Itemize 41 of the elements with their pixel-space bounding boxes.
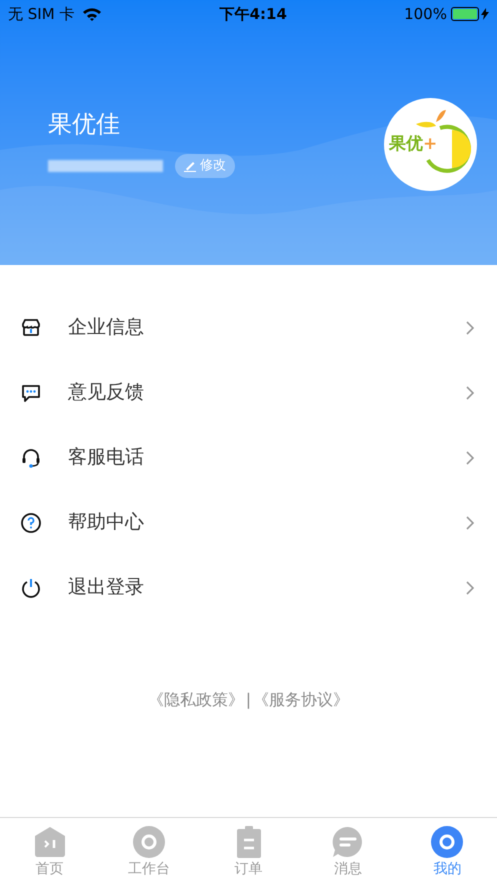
battery-percent: 100% — [404, 4, 447, 25]
company-name: 果优佳 — [48, 112, 121, 136]
ring-icon — [133, 826, 166, 858]
carrier-text: 无 SIM 卡 — [8, 4, 74, 25]
tab-item[interactable]: 我的 — [398, 818, 497, 883]
menu-item[interactable]: 退出登录 — [0, 555, 497, 620]
tab-item[interactable]: 订单 — [198, 818, 298, 883]
wifi-icon — [82, 7, 102, 21]
logo-plus: + — [423, 136, 438, 153]
battery-icon — [450, 7, 489, 21]
status-time: 下午4:14 — [220, 4, 287, 25]
menu-label: 帮助中心 — [68, 510, 144, 536]
edit-button[interactable]: 修改 — [175, 154, 235, 178]
speech-bubble-icon — [332, 826, 364, 858]
pencil-icon — [184, 160, 196, 172]
ring-icon — [431, 826, 464, 858]
menu-item[interactable]: 意见反馈 — [0, 360, 497, 425]
tab-item[interactable]: 首页 — [0, 818, 100, 883]
chevron-right-icon — [465, 450, 475, 466]
help-icon — [20, 512, 42, 534]
logo-text: 果优 — [389, 136, 423, 153]
store-icon — [20, 316, 42, 338]
menu-item[interactable]: 客服电话 — [0, 425, 497, 490]
menu-label: 客服电话 — [68, 445, 144, 470]
menu-label: 企业信息 — [68, 315, 144, 340]
menu-label: 退出登录 — [68, 575, 144, 600]
link-separator: | — [246, 689, 252, 711]
tab-item[interactable]: 消息 — [298, 818, 398, 883]
menu-item[interactable]: 企业信息 — [0, 295, 497, 360]
chevron-right-icon — [465, 320, 475, 336]
chevron-right-icon — [465, 384, 475, 400]
menu-label: 意见反馈 — [68, 380, 144, 406]
chevron-right-icon — [465, 514, 475, 530]
headset-icon — [20, 446, 42, 468]
home-icon — [34, 826, 66, 858]
menu-item[interactable]: 帮助中心 — [0, 490, 497, 555]
power-icon — [20, 576, 42, 598]
chevron-right-icon — [465, 580, 475, 596]
tab-item[interactable]: 工作台 — [99, 818, 199, 883]
policy-link[interactable]: 《隐私政策》 — [148, 688, 244, 712]
policy-link[interactable]: 《服务协议》 — [253, 688, 350, 712]
